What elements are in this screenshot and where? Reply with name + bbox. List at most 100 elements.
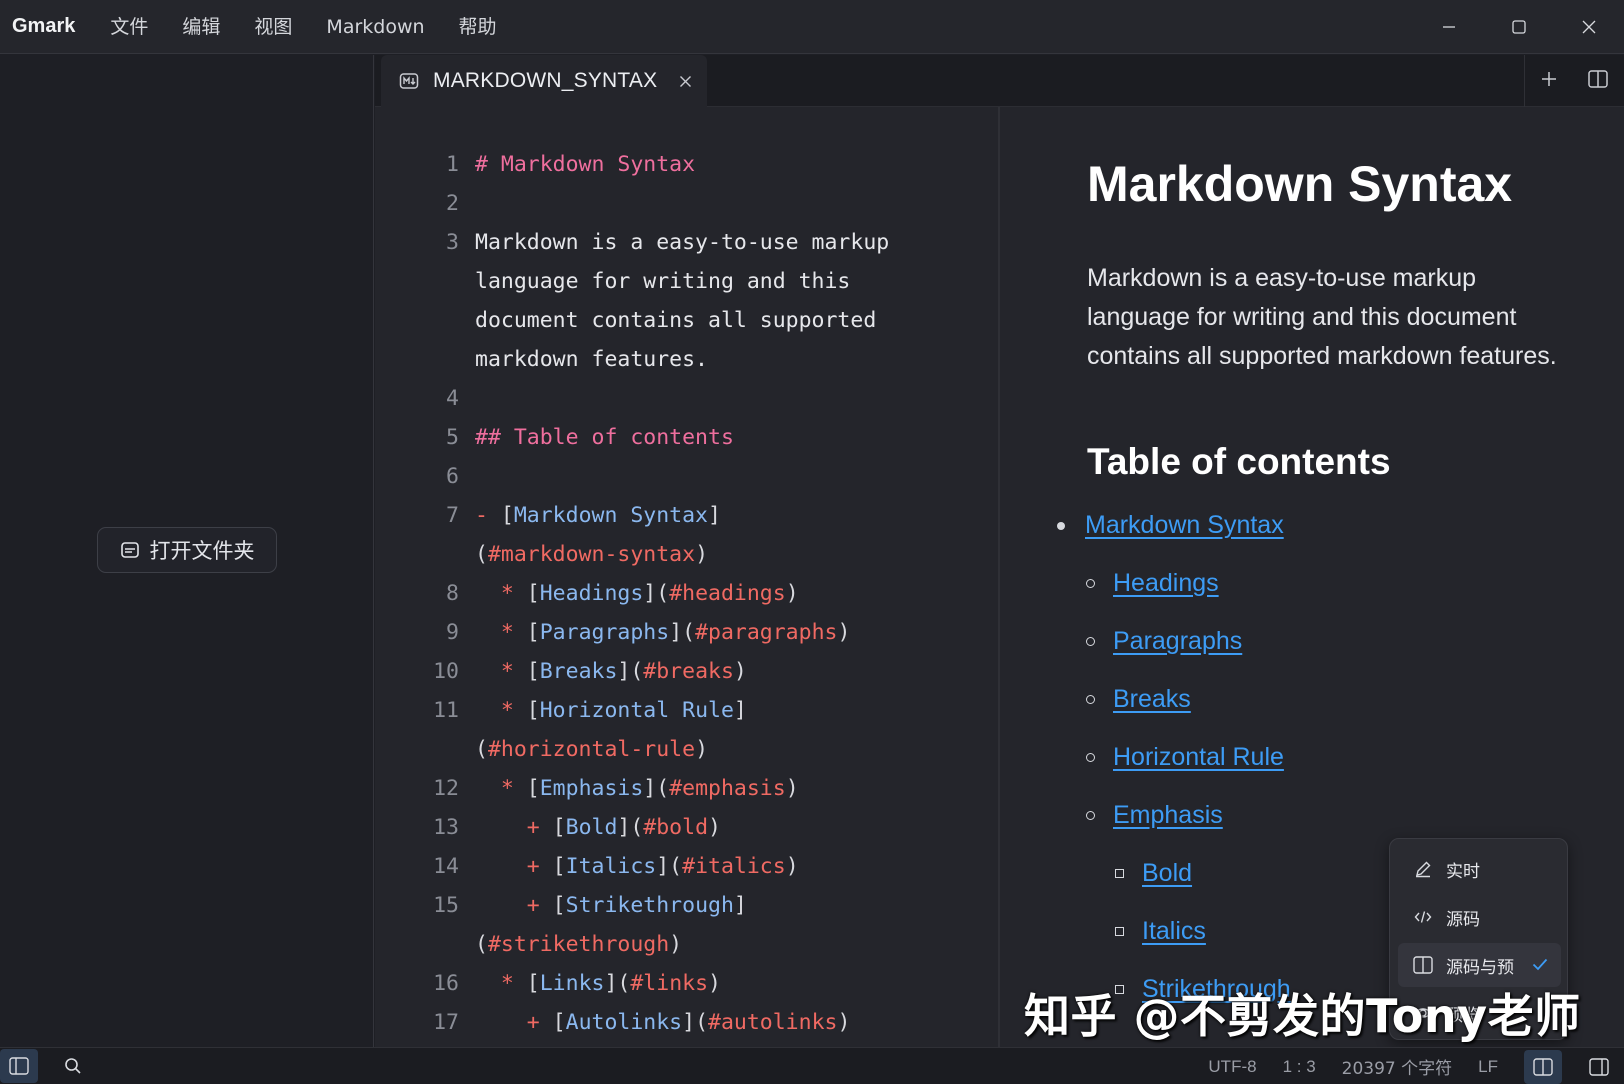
code-token: ]( [656,854,683,879]
status-bar: UTF-8 1 : 3 20397 个字符 LF [0,1047,1624,1084]
maximize-icon [1512,20,1526,34]
toggle-sidebar-button[interactable] [0,1049,38,1083]
menu-markdown[interactable]: Markdown [309,0,441,54]
code-token: #bold [643,815,709,840]
code-token: ( [475,542,488,567]
code-token: ( [475,737,488,762]
code-line[interactable]: 9 * [Paragraphs](#paragraphs) [375,613,998,652]
code-line[interactable]: 11 * [Horizontal Rule] [375,691,998,730]
split-pane-icon[interactable] [1588,70,1608,92]
code-line[interactable]: 15 + [Strikethrough] [375,886,998,925]
code-line[interactable]: 4 [375,379,998,418]
code-line[interactable]: 6 [375,457,998,496]
code-token: Emphasis [539,776,644,801]
menu-view[interactable]: 视图 [237,0,309,54]
code-token: [ [552,893,566,918]
tab-close-icon[interactable] [679,75,692,88]
code-line[interactable]: 1 # Markdown Syntax [375,145,998,184]
view-mode-button[interactable] [1524,1049,1562,1084]
code-token: + [475,893,553,918]
code-token: #headings [669,581,786,606]
code-token: markdown features. [475,347,708,372]
preview-heading-2: Table of contents [1087,441,1391,482]
toc-link[interactable]: Horizontal Rule [1113,743,1284,772]
toc-link[interactable]: Emphasis [1113,801,1223,830]
search-button[interactable] [54,1049,92,1083]
minimize-button[interactable] [1414,0,1484,54]
sidebar-toggle-icon [9,1057,29,1075]
code-line[interactable]: 12 * [Emphasis](#emphasis) [375,769,998,808]
line-number: 9 [446,620,459,645]
code-line[interactable]: 2 [375,184,998,223]
menu-file[interactable]: 文件 [93,0,165,54]
code-line[interactable]: 10 * [Breaks](#breaks) [375,652,998,691]
code-line[interactable]: (#strikethrough) [375,925,998,964]
toc-link[interactable]: Headings [1113,569,1219,598]
code-line[interactable]: 17 + [Autolinks](#autolinks) [375,1003,998,1042]
line-number [375,730,475,769]
line-text: ## Table of contents [475,418,734,457]
tab-markdown-syntax[interactable]: MARKDOWN_SYNTAX [381,55,707,107]
code-line[interactable]: 14 + [Italics](#italics) [375,847,998,886]
open-folder-label: 打开文件夹 [149,539,255,563]
code-line[interactable]: 16 * [Links](#links) [375,964,998,1003]
code-line[interactable]: 3 Markdown is a easy-to-use markup [375,223,998,262]
line-number: 16 [433,971,459,996]
line-ending-status[interactable]: LF [1478,1057,1498,1077]
open-folder-button[interactable]: 打开文件夹 [97,527,277,573]
line-number: 13 [433,815,459,840]
code-line[interactable]: document contains all supported [375,301,998,340]
code-line[interactable]: language for writing and this [375,262,998,301]
preview-heading-1: Markdown Syntax [1087,156,1513,212]
code-line[interactable]: (#markdown-syntax) [375,535,998,574]
toc-link[interactable]: Markdown Syntax [1085,511,1284,540]
line-number: 15 [433,893,459,918]
toc-link[interactable]: Breaks [1113,685,1191,714]
list-bullet [1086,811,1095,820]
toc-link[interactable]: Paragraphs [1113,627,1242,656]
encoding-status[interactable]: UTF-8 [1208,1057,1256,1077]
code-line[interactable]: 5 ## Table of contents [375,418,998,457]
code-token: Paragraphs [539,620,670,645]
right-panel-icon [1589,1057,1609,1076]
code-token: * [475,620,527,645]
toggle-outline-button[interactable] [1580,1050,1618,1084]
character-count: 20397 个字符 [1341,1059,1453,1079]
line-text: Markdown is a easy-to-use markup [475,223,889,262]
close-window-button[interactable] [1554,0,1624,54]
line-number [375,340,475,379]
view-mode-live[interactable]: 实时 [1398,847,1561,891]
code-token: * [475,971,527,996]
code-token: #emphasis [669,776,786,801]
maximize-button[interactable] [1484,0,1554,54]
code-token: ) [785,854,799,879]
new-tab-plus-icon[interactable] [1541,71,1557,91]
code-token: [ [526,659,540,684]
watermark: 知乎 @不剪发的Tony老师 [1024,989,1581,1043]
code-line[interactable]: markdown features. [375,340,998,379]
app-window: Gmark 文件 编辑 视图 Markdown 帮助 打开文件夹 MARKDOW… [0,0,1624,1084]
code-line[interactable]: 13 + [Bold](#bold) [375,808,998,847]
code-token: [ [526,698,540,723]
list-bullet [1086,637,1095,646]
code-token: ] [733,893,747,918]
code-line[interactable]: 8 * [Headings](#headings) [375,574,998,613]
code-token: Italics [565,854,657,879]
toc-item: Headings [1086,569,1219,598]
toc-link[interactable]: Bold [1142,859,1192,888]
checkmark-icon [1531,955,1549,978]
code-line[interactable]: 7- [Markdown Syntax] [375,496,998,535]
tab-bar: MARKDOWN_SYNTAX [375,55,1624,107]
code-line[interactable]: (#horizontal-rule) [375,730,998,769]
menu-edit[interactable]: 编辑 [165,0,237,54]
code-token: - [475,503,501,528]
view-mode-source[interactable]: 源码 [1398,895,1561,939]
line-number [375,262,475,301]
list-bullet [1115,869,1124,878]
source-editor[interactable]: 1 # Markdown Syntax 2 3 Markdown is a easy-t… [375,107,998,1047]
toc-item: Emphasis [1086,801,1223,830]
menu-help[interactable]: 帮助 [442,0,514,54]
toc-link[interactable]: Italics [1142,917,1206,946]
code-token: ] [708,503,721,528]
code-token: + [475,815,553,840]
